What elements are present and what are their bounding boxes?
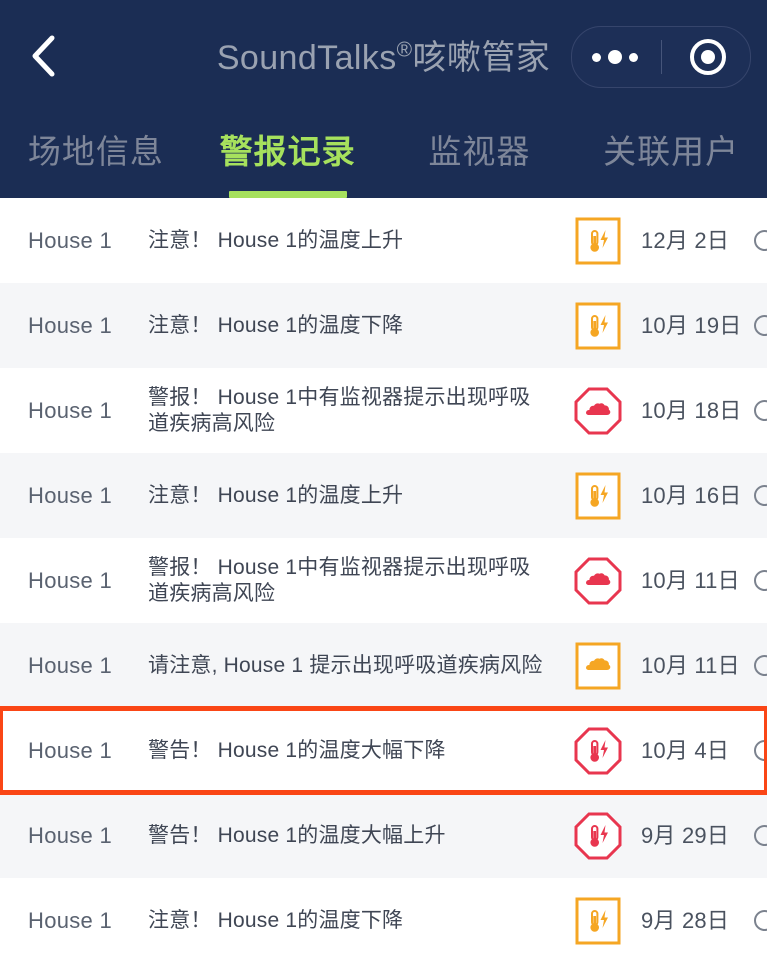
alert-house-name: House 1 xyxy=(28,737,113,763)
alert-row[interactable]: House 1 警告！ House 1的温度大幅下降 10月 4日 xyxy=(0,706,767,795)
alert-date-cell: 9月 28日 xyxy=(641,908,767,934)
clock-icon xyxy=(754,485,767,506)
alert-row[interactable]: House 1 注意！ House 1的温度下降 10月 19日 xyxy=(0,283,767,368)
temperature-alarm-icon xyxy=(555,811,641,861)
page-title-suffix: 咳嗽管家 xyxy=(412,39,551,77)
temperature-warning-icon xyxy=(555,471,641,521)
alert-message: 注意！ House 1的温度下降 xyxy=(148,313,404,337)
registered-mark: ® xyxy=(396,38,413,62)
alert-message: 警报！ House 1中有监视器提示出现呼吸道疾病高风险 xyxy=(148,555,531,605)
tab-linked-users[interactable]: 关联用户 xyxy=(575,126,767,198)
temperature-alarm-icon xyxy=(555,726,641,776)
respiratory-warning-icon xyxy=(555,641,641,691)
alert-house-name: House 1 xyxy=(28,227,113,253)
alert-row[interactable]: House 1 注意！ House 1的温度上升 10月 16日 xyxy=(0,453,767,538)
tab-label: 关联用户 xyxy=(603,133,740,170)
clock-icon xyxy=(754,740,767,761)
alert-date-cell: 10月 11日 xyxy=(641,568,767,594)
alert-house-name: House 1 xyxy=(28,397,113,423)
alert-house-name: House 1 xyxy=(28,482,113,508)
chevron-left-icon xyxy=(29,33,59,79)
clock-icon xyxy=(754,400,767,421)
alert-row[interactable]: House 1 警报！ House 1中有监视器提示出现呼吸道疾病高风险 10月 1… xyxy=(0,538,767,623)
capsule-divider xyxy=(660,40,662,74)
alert-date-cell: 12月 2日 xyxy=(641,228,767,254)
alert-message: 警告！ House 1的温度大幅上升 xyxy=(148,823,446,847)
temperature-warning-icon xyxy=(555,301,641,351)
alert-house-name: House 1 xyxy=(28,822,113,848)
alert-date-cell: 10月 19日 xyxy=(641,313,767,339)
tab-label: 监视器 xyxy=(428,133,531,170)
wechat-capsule-menu xyxy=(571,26,751,88)
clock-icon xyxy=(754,570,767,591)
respiratory-alarm-icon xyxy=(555,386,641,436)
list-bottom-spacer xyxy=(0,963,767,971)
alert-date-cell: 10月 4日 xyxy=(641,738,767,764)
alert-message: 注意！ House 1的温度下降 xyxy=(148,908,404,932)
alert-row[interactable]: House 1 请注意, House 1 提示出现呼吸道疾病风险 10月 11日 xyxy=(0,623,767,708)
temperature-warning-icon xyxy=(555,896,641,946)
alert-row[interactable]: House 1 注意！ House 1的温度下降 9月 28日 xyxy=(0,878,767,963)
alert-message: 警告！ House 1的温度大幅下降 xyxy=(148,738,446,762)
alert-date: 9月 28日 xyxy=(641,907,730,933)
target-circle-icon[interactable] xyxy=(669,35,747,79)
clock-icon xyxy=(754,230,767,251)
temperature-warning-icon xyxy=(555,216,641,266)
tab-site-info[interactable]: 场地信息 xyxy=(0,126,192,198)
page-title-main: SoundTalks xyxy=(216,39,397,77)
alert-house-name: House 1 xyxy=(28,567,113,593)
respiratory-alarm-icon xyxy=(555,556,641,606)
tab-bar: 场地信息 警报记录 监视器 关联用户 xyxy=(0,110,767,198)
alert-message: 请注意, House 1 提示出现呼吸道疾病风险 xyxy=(148,653,543,677)
alert-date: 10月 16日 xyxy=(641,482,742,508)
alert-date-cell: 10月 18日 xyxy=(641,398,767,424)
alert-date: 10月 11日 xyxy=(641,652,740,678)
alert-date: 10月 19日 xyxy=(641,312,742,338)
alert-date: 9月 29日 xyxy=(641,822,730,848)
alert-date-cell: 9月 29日 xyxy=(641,823,767,849)
back-button[interactable] xyxy=(22,34,66,78)
clock-icon xyxy=(754,825,767,846)
tab-monitors[interactable]: 监视器 xyxy=(384,126,576,198)
alert-house-name: House 1 xyxy=(28,312,113,338)
clock-icon xyxy=(754,655,767,676)
alert-date: 10月 4日 xyxy=(641,737,730,763)
tab-underline xyxy=(228,191,347,198)
alert-date: 10月 11日 xyxy=(641,567,740,593)
clock-icon xyxy=(754,315,767,336)
nav-header: SoundTalks®咳嗽管家 xyxy=(0,0,767,110)
tab-label: 警报记录 xyxy=(219,133,356,170)
alert-row[interactable]: House 1 注意！ House 1的温度上升 12月 2日 xyxy=(0,198,767,283)
alert-row[interactable]: House 1 警报！ House 1中有监视器提示出现呼吸道疾病高风险 10月 1… xyxy=(0,368,767,453)
alert-message: 警报！ House 1中有监视器提示出现呼吸道疾病高风险 xyxy=(148,385,531,435)
alert-house-name: House 1 xyxy=(28,907,113,933)
alert-date-cell: 10月 16日 xyxy=(641,483,767,509)
alert-record-list: House 1 注意！ House 1的温度上升 12月 2日 House 1 注意！ … xyxy=(0,198,767,963)
alert-date: 10月 18日 xyxy=(641,397,742,423)
tab-label: 场地信息 xyxy=(27,133,164,170)
alert-date: 12月 2日 xyxy=(641,227,730,253)
alert-message: 注意！ House 1的温度上升 xyxy=(148,228,404,252)
clock-icon xyxy=(754,910,767,931)
alert-message: 注意！ House 1的温度上升 xyxy=(148,483,404,507)
more-dots-icon[interactable] xyxy=(576,50,654,64)
alert-row[interactable]: House 1 警告！ House 1的温度大幅上升 9月 29日 xyxy=(0,793,767,878)
alert-house-name: House 1 xyxy=(28,652,113,678)
alert-date-cell: 10月 11日 xyxy=(641,653,767,679)
tab-alert-records[interactable]: 警报记录 xyxy=(192,126,384,198)
app-root: SoundTalks®咳嗽管家 场地信息 警报记录 监视器 关联用户 House… xyxy=(0,0,767,971)
